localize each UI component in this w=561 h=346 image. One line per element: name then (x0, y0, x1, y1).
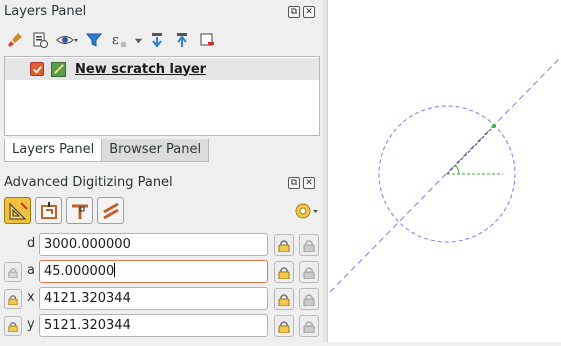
line-layer-icon (51, 61, 66, 77)
collapse-all-icon[interactable] (171, 29, 193, 51)
lock-icon (278, 320, 290, 333)
enable-advanced-digitizing-button[interactable] (4, 197, 31, 224)
y-input[interactable]: 5121.320344 (39, 314, 268, 337)
relative-lock-icon (8, 321, 18, 332)
advanced-digitizing-title-buttons: ⧉ ✕ (288, 177, 315, 189)
repeat-lock-icon (303, 239, 315, 252)
expand-all-icon[interactable] (146, 29, 168, 51)
angle-arc (455, 165, 460, 175)
enable-advanced-digitizing-icon (9, 201, 28, 219)
lock-y-button[interactable] (274, 315, 294, 337)
float-panel-icon[interactable]: ⧉ (288, 177, 300, 189)
tab-browser-panel[interactable]: Browser Panel (102, 139, 210, 162)
distance-label: d (27, 236, 36, 251)
relative-lock-icon (8, 294, 18, 305)
svg-text:ε: ε (112, 33, 119, 48)
dock-resize-handle[interactable] (0, 165, 323, 169)
parallel-icon (102, 202, 119, 219)
perpendicular-icon (71, 204, 88, 219)
angle-value: 45.000000 (44, 264, 115, 279)
layer-tree[interactable]: New scratch layer (4, 56, 320, 136)
x-label: x (27, 290, 35, 305)
x-input[interactable]: 4121.320344 (39, 287, 268, 310)
lock-icon (278, 266, 290, 279)
advanced-digitizing-title: Advanced Digitizing Panel (4, 175, 173, 190)
eye-icon[interactable] (54, 29, 80, 51)
layer-row[interactable]: New scratch layer (5, 58, 319, 80)
lock-x-button[interactable] (274, 288, 294, 310)
layers-panel-title: Layers Panel (4, 4, 87, 19)
chevron-down-icon[interactable] (133, 29, 143, 51)
repeat-lock-x-button[interactable] (299, 288, 319, 310)
lock-angle-button[interactable] (274, 261, 294, 283)
construction-mode-icon (40, 201, 57, 219)
lock-distance-button[interactable] (274, 234, 294, 256)
repeat-lock-angle-button[interactable] (299, 261, 319, 283)
snap-point (492, 124, 496, 128)
distance-row: d 3000.000000 (0, 233, 323, 257)
angle-constraint-line (329, 57, 561, 293)
y-relative-lock-button[interactable] (4, 316, 22, 336)
repeat-lock-icon (303, 266, 315, 279)
construction-mode-button[interactable] (35, 197, 62, 224)
layer-visibility-checkbox[interactable] (30, 62, 44, 76)
angle-relative-lock-button[interactable] (4, 262, 22, 282)
angle-input[interactable]: 45.000000 (39, 260, 268, 283)
distance-input[interactable]: 3000.000000 (39, 233, 268, 256)
repeat-lock-icon (303, 320, 315, 333)
filter-icon[interactable] (83, 29, 105, 51)
repeat-lock-y-button[interactable] (299, 315, 319, 337)
repeat-lock-distance-button[interactable] (299, 234, 319, 256)
paint-brush-icon[interactable] (4, 29, 26, 51)
layers-toolbar: ε (4, 28, 218, 52)
repeat-lock-icon (303, 293, 315, 306)
advanced-digitizing-toolbar (4, 197, 124, 224)
tab-layers-panel[interactable]: Layers Panel (4, 139, 103, 162)
digitized-segment (446, 125, 495, 175)
close-icon[interactable]: ✕ (303, 177, 315, 189)
add-group-icon[interactable] (29, 29, 51, 51)
digitizing-settings-button[interactable] (292, 199, 320, 223)
remove-layer-icon[interactable] (196, 29, 218, 51)
relative-lock-icon (8, 267, 18, 278)
y-row: y 5121.320344 (0, 314, 323, 338)
expression-filter-icon[interactable]: ε (108, 29, 130, 51)
dock-tabs: Layers Panel Browser Panel (4, 139, 210, 162)
angle-label: a (27, 263, 35, 278)
digitizing-guides (329, 57, 561, 293)
map-canvas[interactable] (327, 0, 561, 342)
text-caret (114, 263, 116, 277)
x-row: x 4121.320344 (0, 287, 323, 311)
left-dock: Layers Panel ⧉ ✕ ε New scratch layer Lay… (0, 0, 323, 342)
float-panel-icon[interactable]: ⧉ (288, 6, 300, 18)
angle-row: a 45.000000 (0, 260, 323, 284)
layers-panel-title-buttons: ⧉ ✕ (288, 6, 315, 18)
layer-name: New scratch layer (75, 61, 207, 77)
lock-icon (278, 293, 290, 306)
x-relative-lock-button[interactable] (4, 289, 22, 309)
perpendicular-button[interactable] (66, 197, 93, 224)
close-icon[interactable]: ✕ (303, 6, 315, 18)
gear-icon (295, 203, 318, 219)
lock-icon (278, 239, 290, 252)
parallel-button[interactable] (97, 197, 124, 224)
y-label: y (27, 317, 35, 332)
